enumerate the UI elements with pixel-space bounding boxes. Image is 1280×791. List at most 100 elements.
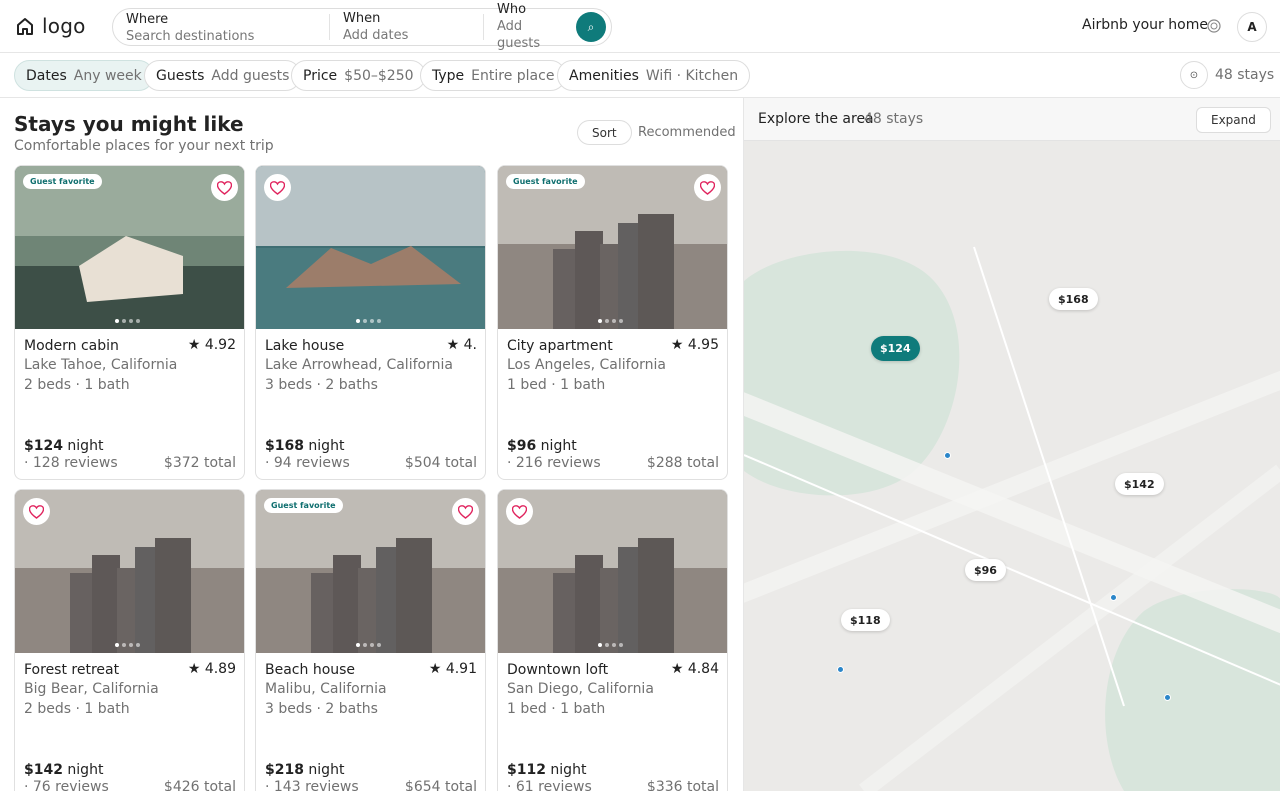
carousel-dot[interactable] (598, 643, 602, 647)
price-unit: night (536, 438, 577, 454)
expand-map-button[interactable]: Expand (1196, 107, 1271, 133)
carousel-dot[interactable] (122, 319, 126, 323)
listing-card[interactable]: Guest favorite City apartment ★ 4.95 Los An… (497, 165, 728, 480)
map-price-pin[interactable]: $118 (841, 609, 890, 631)
map-toggle-button[interactable]: ⊙ (1180, 61, 1208, 89)
favorite-button[interactable] (264, 174, 291, 201)
carousel-dot[interactable] (377, 643, 381, 647)
map-panel[interactable]: Explore the area 48 stays Expand $168 $1… (743, 98, 1280, 791)
carousel-dot[interactable] (136, 643, 140, 647)
price-unit: night (303, 438, 345, 454)
heart-icon (270, 180, 285, 195)
heart-icon (29, 504, 44, 519)
listing-title: Modern cabin (24, 338, 119, 354)
photo-carousel-dots[interactable] (115, 319, 140, 323)
carousel-dot[interactable] (363, 643, 367, 647)
carousel-dot[interactable] (129, 319, 133, 323)
search-icon: ⌕ (587, 19, 595, 34)
search-button[interactable]: ⌕ (576, 12, 606, 42)
listing-photo[interactable]: Guest favorite (256, 490, 485, 653)
listing-photo[interactable] (15, 490, 244, 653)
listing-photo[interactable] (498, 490, 727, 653)
listing-card[interactable]: Guest favorite Beach house ★ 4.91 Malibu, C… (255, 489, 486, 791)
where-input[interactable]: Search destinations (126, 28, 316, 45)
map-location-dot[interactable] (1164, 694, 1171, 701)
avatar-initial: A (1247, 20, 1257, 34)
carousel-dot[interactable] (619, 319, 623, 323)
who-value[interactable]: Add guests (497, 18, 564, 52)
carousel-dot[interactable] (115, 319, 119, 323)
filter-key: Guests (156, 67, 205, 84)
listing-photo[interactable] (256, 166, 485, 329)
target-icon: ⊙ (1189, 69, 1199, 81)
favorite-button[interactable] (23, 498, 50, 525)
listing-photo[interactable]: Guest favorite (498, 166, 727, 329)
favorite-button[interactable] (211, 174, 238, 201)
filter-dates[interactable]: Dates Any week (14, 60, 154, 91)
globe-icon[interactable] (1206, 18, 1222, 34)
avatar[interactable]: A (1237, 12, 1267, 42)
search-bar[interactable]: Where Search destinations When Add dates… (112, 2, 612, 51)
search-who-field[interactable]: Who Add guests (483, 2, 577, 51)
listing-card[interactable]: Forest retreat ★ 4.89 Big Bear, California… (14, 489, 245, 791)
filter-guests[interactable]: Guests Add guests (144, 60, 302, 91)
map-location-dot[interactable] (837, 666, 844, 673)
carousel-dot[interactable] (598, 319, 602, 323)
map-location-dot[interactable] (1110, 594, 1117, 601)
carousel-dot[interactable] (129, 643, 133, 647)
photo-carousel-dots[interactable] (356, 643, 381, 647)
when-value[interactable]: Add dates (343, 27, 470, 44)
carousel-dot[interactable] (605, 643, 609, 647)
listing-card[interactable]: Guest favorite Modern cabin ★ 4.92 Lake Tah… (14, 165, 245, 480)
price-amount: $218 (265, 762, 304, 778)
carousel-dot[interactable] (605, 319, 609, 323)
carousel-dot[interactable] (370, 319, 374, 323)
heart-icon (458, 504, 473, 519)
expand-label: Expand (1211, 113, 1256, 127)
listing-rating: ★ 4.92 (187, 337, 236, 353)
listing-reviews: · 76 reviews (24, 779, 109, 791)
map-location-dot[interactable] (944, 452, 951, 459)
search-when-field[interactable]: When Add dates (329, 11, 483, 43)
filter-type[interactable]: Type Entire place (420, 60, 567, 91)
favorite-button[interactable] (506, 498, 533, 525)
carousel-dot[interactable] (122, 643, 126, 647)
listing-card[interactable]: Lake house ★ 4. Lake Arrowhead, California… (255, 165, 486, 480)
map-canvas[interactable] (744, 141, 1280, 791)
map-price-pin-selected[interactable]: $124 (871, 336, 920, 361)
listing-total: $654 total (404, 779, 477, 791)
favorite-button[interactable] (452, 498, 479, 525)
listing-location: Lake Arrowhead, California (265, 357, 453, 373)
photo-carousel-dots[interactable] (115, 643, 140, 647)
carousel-dot[interactable] (115, 643, 119, 647)
price-amount: $112 (507, 762, 546, 778)
carousel-dot[interactable] (612, 319, 616, 323)
map-price-pin[interactable]: $96 (965, 559, 1006, 581)
photo-carousel-dots[interactable] (598, 319, 623, 323)
logo-text: logo (42, 14, 86, 38)
listing-reviews: · 61 reviews (507, 779, 592, 791)
carousel-dot[interactable] (136, 319, 140, 323)
carousel-dot[interactable] (612, 643, 616, 647)
search-where-field[interactable]: Where Search destinations (113, 9, 329, 45)
listing-card[interactable]: Downtown loft ★ 4.84 San Diego, California… (497, 489, 728, 791)
map-price-pin[interactable]: $168 (1049, 288, 1098, 310)
photo-carousel-dots[interactable] (356, 319, 381, 323)
photo-carousel-dots[interactable] (598, 643, 623, 647)
carousel-dot[interactable] (356, 319, 360, 323)
sort-button[interactable]: Sort (577, 120, 632, 145)
carousel-dot[interactable] (377, 319, 381, 323)
heart-icon (512, 504, 527, 519)
listing-photo[interactable]: Guest favorite (15, 166, 244, 329)
map-price-pin[interactable]: $142 (1115, 473, 1164, 495)
favorite-button[interactable] (694, 174, 721, 201)
filter-amenities[interactable]: Amenities Wifi · Kitchen (557, 60, 751, 91)
carousel-dot[interactable] (619, 643, 623, 647)
logo[interactable]: logo (16, 14, 86, 38)
carousel-dot[interactable] (370, 643, 374, 647)
filter-price[interactable]: Price $50–$250 (291, 60, 426, 91)
carousel-dot[interactable] (363, 319, 367, 323)
listing-location: Los Angeles, California (507, 357, 666, 373)
carousel-dot[interactable] (356, 643, 360, 647)
host-link[interactable]: Airbnb your home (1082, 17, 1208, 33)
